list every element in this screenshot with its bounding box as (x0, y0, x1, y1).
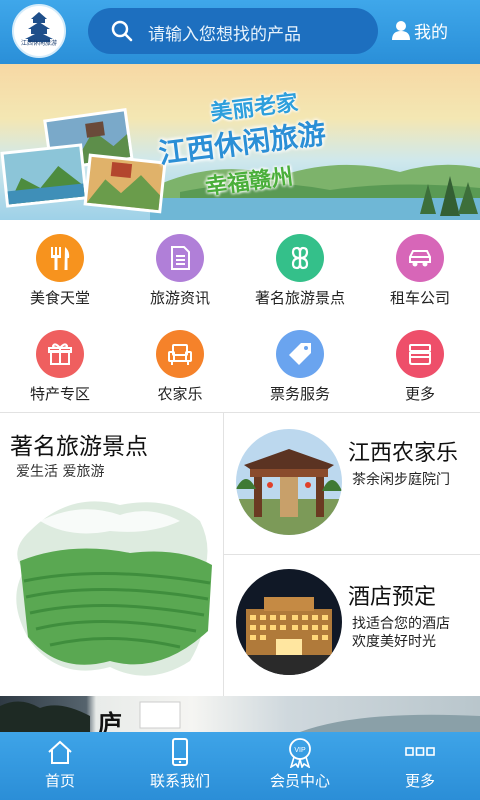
layers-icon (409, 344, 431, 365)
hotel-photo (236, 569, 342, 675)
card-title: 江西农家乐 (348, 441, 459, 466)
home-icon (48, 740, 72, 764)
specialty-icon-circle (36, 330, 84, 378)
nav-label: 首页 (44, 772, 75, 790)
card-title: 酒店预定 (348, 585, 437, 610)
category-famous-spots[interactable]: 著名旅游景点 (240, 220, 360, 316)
strip-calligraphy: 庐 (98, 710, 122, 732)
category-travel-news[interactable]: 旅游资讯 (120, 220, 240, 316)
hotel-night-image (236, 569, 342, 675)
scenic-strip-banner[interactable]: 庐 (0, 696, 480, 732)
ticketing-icon-circle (276, 330, 324, 378)
scenic-strip-image (0, 701, 480, 732)
nav-contact[interactable]: 联系我们 (120, 732, 240, 800)
car-icon (409, 250, 431, 267)
logo-caption: 江西休闲旅游 (20, 40, 57, 47)
pavilion-logo-icon (25, 12, 53, 42)
card-subtitle: 茶余闲步庭院门 (352, 471, 450, 489)
card-subtitle: 找适合您的酒店 欢度美好时光 (352, 615, 450, 651)
clover-icon (291, 246, 309, 270)
category-label: 美食天堂 (29, 289, 90, 307)
category-ticketing[interactable]: 票务服务 (240, 316, 360, 412)
gift-icon (48, 343, 72, 365)
category-label: 更多 (404, 385, 435, 403)
category-farm-stay[interactable]: 农家乐 (120, 316, 240, 412)
user-icon (392, 21, 410, 40)
search-bar[interactable]: 请输入您想找的产品 (88, 8, 378, 54)
famous-spots-icon-circle (276, 234, 324, 282)
search-icon (111, 20, 133, 42)
feature-cards: 著名旅游景点 爱生活 爱旅游 江西农家乐 茶余闲步庭院门 酒店预定 找适合您的酒… (0, 412, 480, 697)
category-label: 农家乐 (157, 385, 203, 403)
card-famous-spots[interactable]: 著名旅游景点 爱生活 爱旅游 (0, 412, 224, 697)
sofa-icon (168, 344, 192, 365)
card-title: 著名旅游景点 (10, 434, 148, 460)
nav-more[interactable]: 更多 (360, 732, 480, 800)
nav-home[interactable]: 首页 (0, 732, 120, 800)
bottom-nav: 首页 联系我们 VIP 会员中心 更多 (0, 732, 480, 800)
vip-badge-icon: VIP (289, 738, 311, 768)
tea-hill-image (16, 501, 212, 676)
car-rental-icon-circle (396, 234, 444, 282)
top-bar: 江西休闲旅游 请输入您想找的产品 我的 (0, 0, 480, 64)
category-grid: 美食天堂 旅游资讯 著名旅游景点 租车公司 特产专区 农家乐 票务服务 更多 (0, 220, 480, 412)
category-label: 特产专区 (29, 385, 90, 403)
nav-member-center[interactable]: VIP 会员中心 (240, 732, 360, 800)
category-label: 旅游资讯 (149, 289, 210, 307)
promo-banner[interactable]: 美丽老家 江西休闲旅游 幸福赣州 (0, 64, 480, 220)
category-label: 票务服务 (269, 385, 330, 403)
card-subtitle-line: 欢度美好时光 (352, 634, 436, 650)
card-hotel-booking[interactable]: 酒店预定 找适合您的酒店 欢度美好时光 (224, 554, 480, 696)
search-placeholder: 请输入您想找的产品 (148, 25, 301, 45)
travel-news-icon-circle (156, 234, 204, 282)
card-subtitle: 爱生活 爱旅游 (16, 464, 105, 480)
farm-stay-icon-circle (156, 330, 204, 378)
category-label: 租车公司 (389, 289, 450, 307)
nav-label: 会员中心 (269, 772, 330, 790)
card-farm-stay[interactable]: 江西农家乐 茶余闲步庭院门 (224, 412, 480, 554)
more-icon-circle (396, 330, 444, 378)
card-subtitle-line: 茶余闲步庭院门 (352, 472, 450, 488)
vip-badge-text: VIP (294, 747, 306, 754)
my-account-label: 我的 (414, 23, 448, 43)
category-specialty[interactable]: 特产专区 (0, 316, 120, 412)
nav-label: 更多 (404, 772, 435, 790)
food-icon-circle (36, 234, 84, 282)
fork-knife-icon (51, 247, 70, 270)
my-account-button[interactable]: 我的 (392, 18, 462, 44)
farm-stay-photo (236, 429, 342, 535)
app-logo[interactable]: 江西休闲旅游 (12, 4, 66, 58)
nav-label: 联系我们 (149, 772, 210, 790)
tag-icon (289, 343, 311, 365)
category-label: 著名旅游景点 (254, 289, 345, 307)
card-subtitle-line: 找适合您的酒店 (352, 616, 450, 632)
category-car-rental[interactable]: 租车公司 (360, 220, 480, 316)
more-icon (405, 747, 435, 756)
category-food[interactable]: 美食天堂 (0, 220, 120, 316)
document-icon (171, 246, 190, 270)
phone-icon (172, 738, 188, 766)
farm-gate-image (236, 429, 342, 535)
category-more[interactable]: 更多 (360, 316, 480, 412)
